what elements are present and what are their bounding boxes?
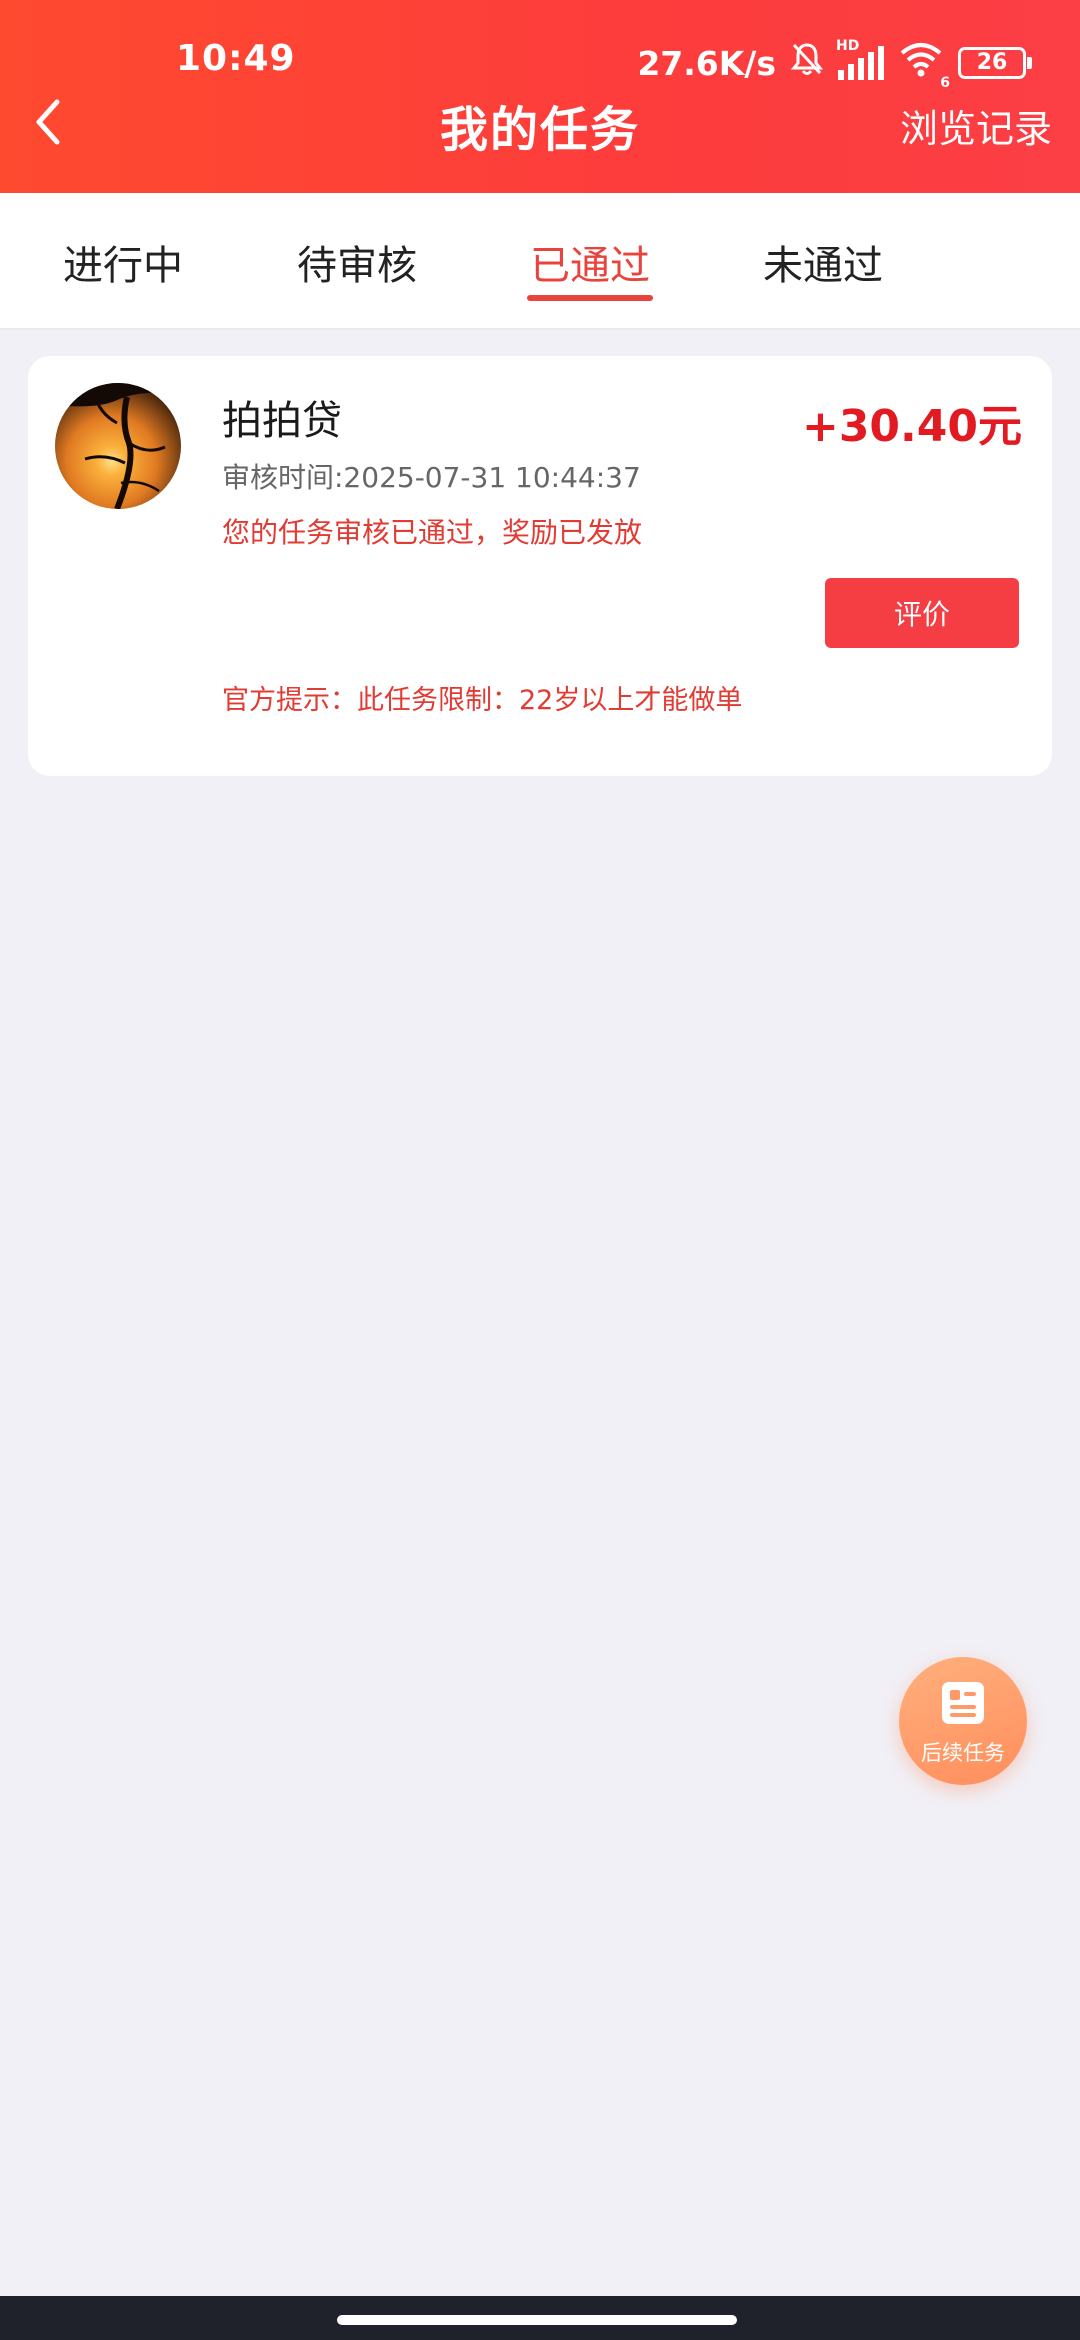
- wifi-label: 6: [940, 75, 950, 91]
- tab-pending-review[interactable]: 待审核: [297, 233, 417, 291]
- review-time: 审核时间:2025-07-31 10:44:37: [222, 461, 641, 494]
- rate-button[interactable]: 评价: [825, 578, 1019, 648]
- bell-muted-icon: [790, 41, 824, 85]
- reward-amount: +30.40元: [801, 401, 1022, 452]
- task-name: 拍拍贷: [222, 398, 342, 444]
- fab-label: 后续任务: [921, 1741, 1005, 1765]
- document-list-icon: [939, 1679, 987, 1727]
- tab-in-progress[interactable]: 进行中: [63, 233, 183, 291]
- tab-rejected[interactable]: 未通过: [763, 233, 883, 291]
- browse-history-link[interactable]: 浏览记录: [900, 98, 1052, 153]
- signal-icon: HD: [836, 38, 884, 80]
- tab-approved[interactable]: 已通过: [527, 233, 653, 301]
- home-indicator[interactable]: [337, 2315, 737, 2325]
- status-time: 10:49: [176, 38, 296, 79]
- task-card[interactable]: 拍拍贷 +30.40元 审核时间:2025-07-31 10:44:37 您的任…: [28, 356, 1052, 776]
- tab-approved-label: 已通过: [530, 243, 650, 289]
- wifi-icon: 6: [898, 41, 950, 91]
- task-avatar: [55, 383, 181, 509]
- official-tip: 官方提示：此任务限制：22岁以上才能做单: [222, 685, 743, 716]
- battery-icon: 26: [958, 47, 1032, 79]
- net-speed: 27.6K/s: [637, 43, 776, 83]
- active-tab-indicator: [527, 295, 653, 301]
- hd-label: HD: [836, 38, 860, 54]
- app-header: 10:49 27.6K/s HD 6 26 我的任务 浏览记录: [0, 0, 1080, 193]
- task-status-tabs: 进行中 待审核 已通过 未通过: [0, 193, 1080, 330]
- follow-up-tasks-button[interactable]: 后续任务: [899, 1657, 1027, 1785]
- status-message: 您的任务审核已通过，奖励已发放: [222, 516, 643, 549]
- status-bar-right: 27.6K/s HD 6 26: [637, 38, 1032, 91]
